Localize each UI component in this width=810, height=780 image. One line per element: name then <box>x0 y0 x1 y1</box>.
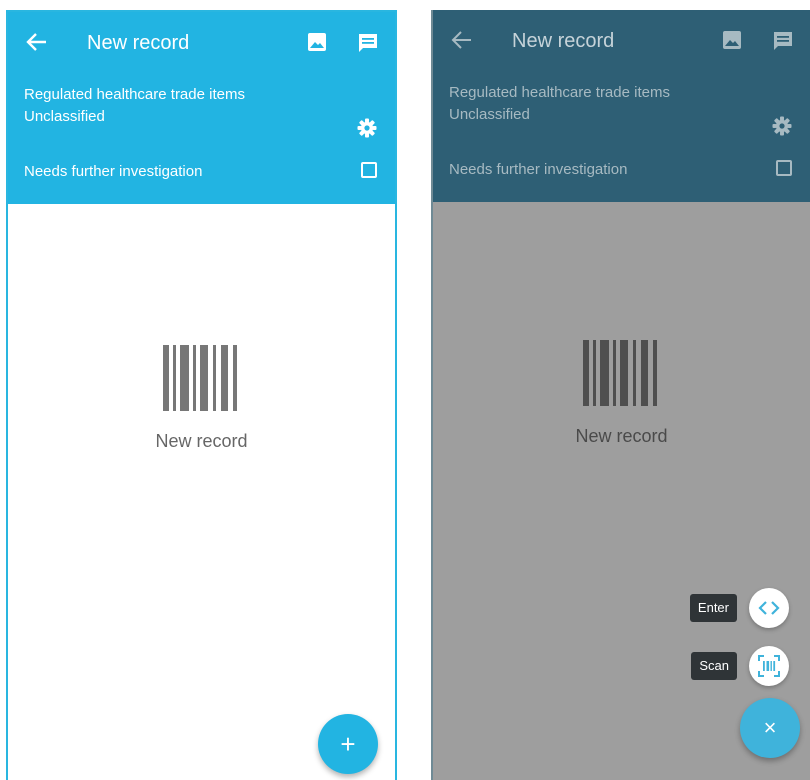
toolbar: New record <box>433 22 810 58</box>
classification-status: Unclassified <box>24 108 105 125</box>
scan-barcode-button[interactable] <box>749 646 789 686</box>
gear-icon[interactable] <box>772 116 792 136</box>
classification-status: Unclassified <box>449 106 530 123</box>
barcode-scan-icon <box>758 655 780 677</box>
investigation-checkbox[interactable] <box>776 160 792 176</box>
image-icon[interactable] <box>722 30 742 50</box>
investigation-checkbox[interactable] <box>361 162 377 178</box>
empty-state-label: New record <box>155 431 248 451</box>
comment-icon[interactable] <box>772 30 794 52</box>
comment-icon[interactable] <box>357 32 379 54</box>
page-title: New record <box>87 32 190 54</box>
classification-text: Regulated healthcare trade items Unclass… <box>24 84 245 128</box>
barcode-icon <box>582 340 657 406</box>
category-label: Regulated healthcare trade items <box>24 86 245 103</box>
barcode-icon <box>162 345 237 411</box>
enter-code-button[interactable] <box>749 588 789 628</box>
empty-state: New record <box>8 345 395 452</box>
toolbar: New record <box>8 24 395 60</box>
app-bar: New record Regulated healthcare trade it… <box>433 10 810 202</box>
screen-new-record: New record Regulated healthcare trade it… <box>6 10 397 780</box>
app-bar: New record Regulated healthcare trade it… <box>8 12 395 204</box>
back-arrow-icon[interactable] <box>451 30 473 50</box>
classification-text: Regulated healthcare trade items Unclass… <box>449 82 670 126</box>
close-speed-dial-button[interactable]: × <box>740 698 800 758</box>
code-brackets-icon <box>758 601 780 615</box>
empty-state-label: New record <box>575 426 668 446</box>
image-icon[interactable] <box>307 32 327 52</box>
category-label: Regulated healthcare trade items <box>449 84 670 101</box>
add-button[interactable]: + <box>318 714 378 774</box>
investigation-label: Needs further investigation <box>24 163 203 180</box>
investigation-label: Needs further investigation <box>449 161 628 178</box>
enter-tooltip: Enter <box>689 594 737 622</box>
back-arrow-icon[interactable] <box>26 32 48 52</box>
empty-state: New record <box>433 340 810 447</box>
gear-icon[interactable] <box>357 118 377 138</box>
page-title: New record <box>512 30 615 52</box>
scan-tooltip: Scan <box>691 652 737 680</box>
screen-new-record-speed-dial: New record Regulated healthcare trade it… <box>431 10 810 780</box>
